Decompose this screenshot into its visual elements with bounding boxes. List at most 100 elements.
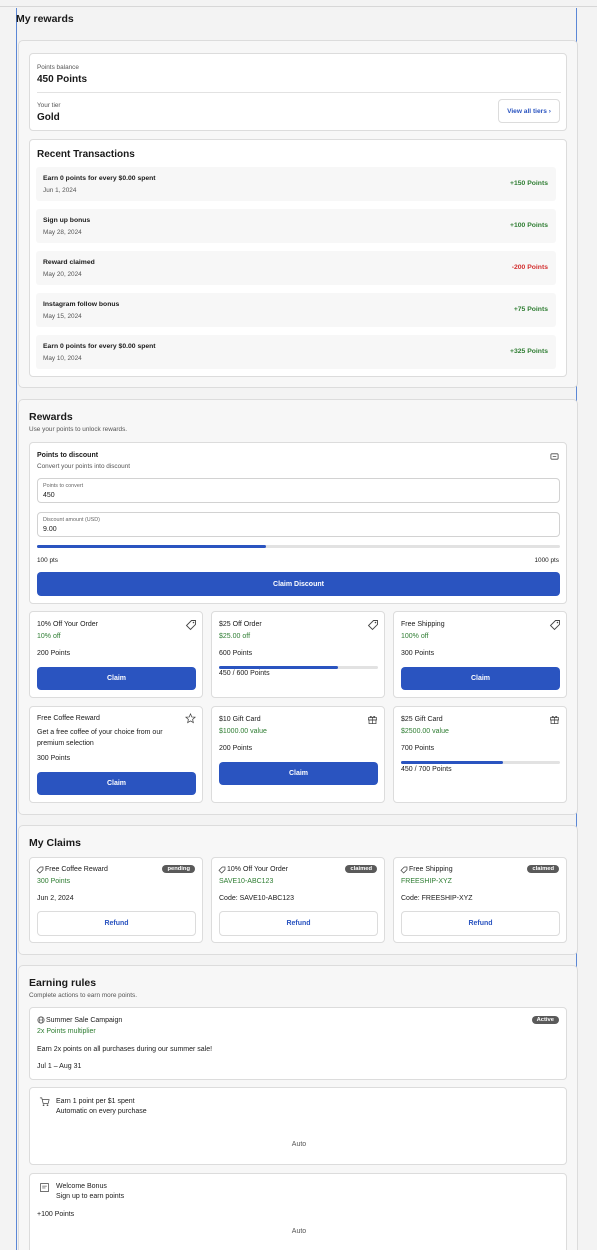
reward-points: 300 Points <box>37 755 71 762</box>
reward-card: $25 Gift Card $2500.00 value 700 Points … <box>393 706 567 803</box>
reward-progress-fill <box>219 666 339 669</box>
tag-icon <box>549 619 561 633</box>
transaction-amount: -200 Points <box>511 264 548 271</box>
reward-title: Free Coffee Reward <box>37 715 100 722</box>
reward-points: 700 Points <box>401 745 435 752</box>
refund-button[interactable]: Refund <box>37 911 196 936</box>
tag-icon <box>218 866 226 876</box>
converter-title: Points to discount <box>37 452 99 459</box>
tag-icon <box>185 619 197 633</box>
reward-progress-fill <box>401 761 504 764</box>
transaction-title: Earn 0 points for every $0.00 spent <box>43 343 156 350</box>
cart-icon <box>39 1096 50 1109</box>
discount-amount-label: Discount amount (USD) <box>43 517 100 523</box>
reward-description: Get a free coffee of your choice from ou… <box>37 729 163 747</box>
claim-card: 10% Off Your Order SAVE10-ABC123 claimed… <box>211 857 385 943</box>
campaign-title: Summer Sale Campaign <box>46 1017 123 1024</box>
transaction-title: Reward claimed <box>43 259 95 266</box>
refund-button[interactable]: Refund <box>401 911 560 936</box>
reward-value: 10% off <box>37 633 61 640</box>
claim-discount-button[interactable]: Claim Discount <box>37 572 560 596</box>
reward-title: $10 Gift Card <box>219 716 261 723</box>
campaign-card: Summer Sale Campaign 2x Points multiplie… <box>29 1007 567 1080</box>
reward-title: Free Shipping <box>401 621 445 628</box>
discount-amount-field[interactable]: Discount amount (USD) 9.00 <box>37 512 560 537</box>
summary-section: Points balance 450 Points Your tier Gold… <box>18 40 578 388</box>
transaction-title: Earn 0 points for every $0.00 spent <box>43 175 156 182</box>
summary-divider <box>37 92 561 93</box>
page-title: My rewards <box>16 13 74 25</box>
discount-amount-value: 9.00 <box>43 526 57 533</box>
transaction-title: Sign up bonus <box>43 217 91 224</box>
reward-title: $25 Gift Card <box>401 716 443 723</box>
earning-subtitle: Complete actions to earn more points. <box>29 992 137 999</box>
transaction-date: May 15, 2024 <box>43 313 82 320</box>
reward-card: Free Shipping 100% off 300 Points Claim <box>393 611 567 698</box>
claim-title: 10% Off Your Order <box>227 866 288 873</box>
points-balance-value: 450 Points <box>37 74 88 85</box>
points-to-convert-input[interactable]: Points to convert 450 <box>37 478 560 503</box>
recent-transactions-card: Recent Transactions Earn 0 points for ev… <box>29 139 567 377</box>
rule-title: Earn 1 point per $1 spent <box>56 1098 135 1105</box>
reward-progress-bar <box>401 761 560 764</box>
active-badge: Active <box>531 1016 559 1024</box>
rewards-subtitle: Use your points to unlock rewards. <box>29 426 128 433</box>
rule-status: Auto <box>291 1228 307 1235</box>
status-badge: pending <box>162 865 195 873</box>
transaction-row: Reward claimed May 20, 2024 -200 Points <box>36 251 556 285</box>
claim-button[interactable]: Claim <box>401 667 560 690</box>
rewards-title: Rewards <box>29 411 73 423</box>
reward-points: 200 Points <box>219 745 253 752</box>
tag-icon <box>36 866 44 876</box>
claim-subtitle: SAVE10-ABC123 <box>219 878 274 885</box>
claim-title: Free Shipping <box>409 866 453 873</box>
rewards-section: Rewards Use your points to unlock reward… <box>18 399 578 815</box>
rule-title: Welcome Bonus <box>56 1183 107 1190</box>
slider-max-label: 1000 pts <box>534 557 559 564</box>
transaction-date: Jun 1, 2024 <box>43 187 77 194</box>
claim-title: Free Coffee Reward <box>45 866 108 873</box>
claims-title: My Claims <box>29 837 81 849</box>
gift-icon <box>549 714 560 727</box>
claim-card: Free Coffee Reward 300 Points pending Ju… <box>29 857 203 943</box>
points-balance-label: Points balance <box>37 64 79 71</box>
claim-subtitle: 300 Points <box>37 878 71 885</box>
slider-min-label: 100 pts <box>37 557 58 564</box>
reward-points: 200 Points <box>37 650 71 657</box>
transaction-row: Earn 0 points for every $0.00 spent Jun … <box>36 167 556 201</box>
my-claims-section: My Claims Free Coffee Reward 300 Points … <box>18 825 578 955</box>
reward-card: $25 Off Order $25.00 off 600 Points 450 … <box>211 611 385 698</box>
points-slider-fill <box>37 545 266 548</box>
view-all-tiers-button[interactable]: View all tiers › <box>498 99 560 123</box>
transaction-date: May 20, 2024 <box>43 271 82 278</box>
points-slider[interactable] <box>37 545 560 548</box>
transaction-amount: +325 Points <box>510 348 548 355</box>
reward-title: 10% Off Your Order <box>37 621 98 628</box>
campaign-multiplier: 2x Points multiplier <box>37 1028 96 1035</box>
claim-card: Free Shipping FREESHIP-XYZ claimed Code:… <box>393 857 567 943</box>
rule-bonus-points: +100 Points <box>37 1211 75 1218</box>
transaction-date: May 10, 2024 <box>43 355 82 362</box>
rule-status: Auto <box>291 1141 307 1148</box>
claim-button[interactable]: Claim <box>219 762 378 785</box>
transaction-row: Instagram follow bonus May 15, 2024 +75 … <box>36 293 556 327</box>
refund-button[interactable]: Refund <box>219 911 378 936</box>
reward-progress-bar <box>219 666 378 669</box>
globe-icon <box>37 1016 45 1026</box>
tag-icon <box>400 866 408 876</box>
points-summary-card: Points balance 450 Points Your tier Gold… <box>29 53 567 131</box>
claim-detail: Jun 2, 2024 <box>37 895 74 902</box>
claim-button[interactable]: Claim <box>37 667 196 690</box>
transaction-row: Sign up bonus May 28, 2024 +100 Points <box>36 209 556 243</box>
status-badge: claimed <box>345 865 377 873</box>
status-badge: claimed <box>527 865 559 873</box>
transaction-amount: +150 Points <box>510 180 548 187</box>
claim-subtitle: FREESHIP-XYZ <box>401 878 452 885</box>
transaction-title: Instagram follow bonus <box>43 301 120 308</box>
tag-icon <box>367 619 379 633</box>
converter-subtitle: Convert your points into discount <box>37 463 131 470</box>
reward-value: $1000.00 value <box>219 728 267 735</box>
earning-title: Earning rules <box>29 977 97 989</box>
claim-button[interactable]: Claim <box>37 772 196 795</box>
reward-points: 300 Points <box>401 650 435 657</box>
